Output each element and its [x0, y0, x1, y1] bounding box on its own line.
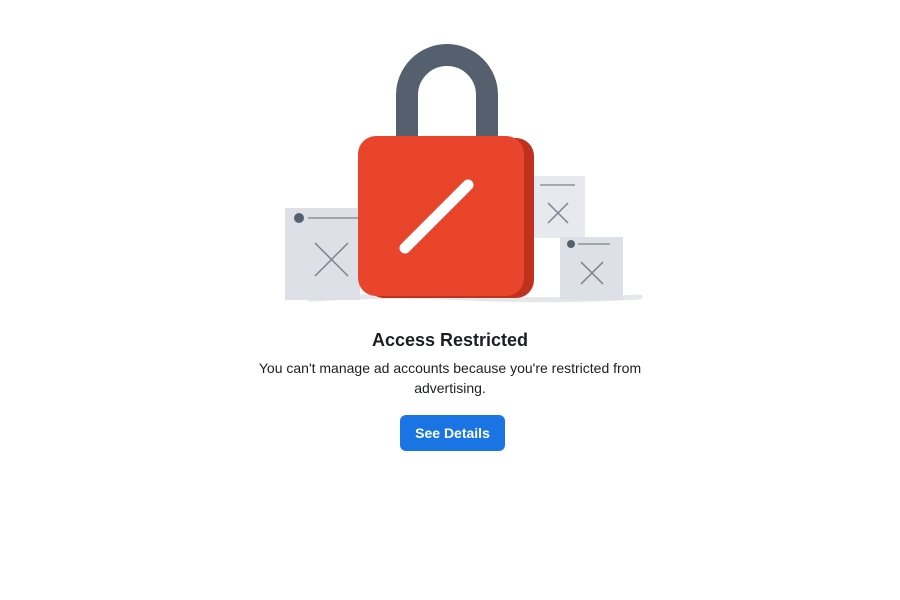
- image-placeholder-card-right-back: [528, 176, 585, 238]
- see-details-button[interactable]: See Details: [400, 415, 505, 451]
- access-restricted-illustration: [270, 40, 650, 320]
- image-placeholder-card-right-front: [560, 237, 623, 300]
- restriction-message: You can't manage ad accounts because you…: [258, 360, 642, 396]
- image-placeholder-card-left: [285, 208, 360, 300]
- padlock-icon: [358, 44, 534, 298]
- page-title: Access Restricted: [371, 330, 529, 350]
